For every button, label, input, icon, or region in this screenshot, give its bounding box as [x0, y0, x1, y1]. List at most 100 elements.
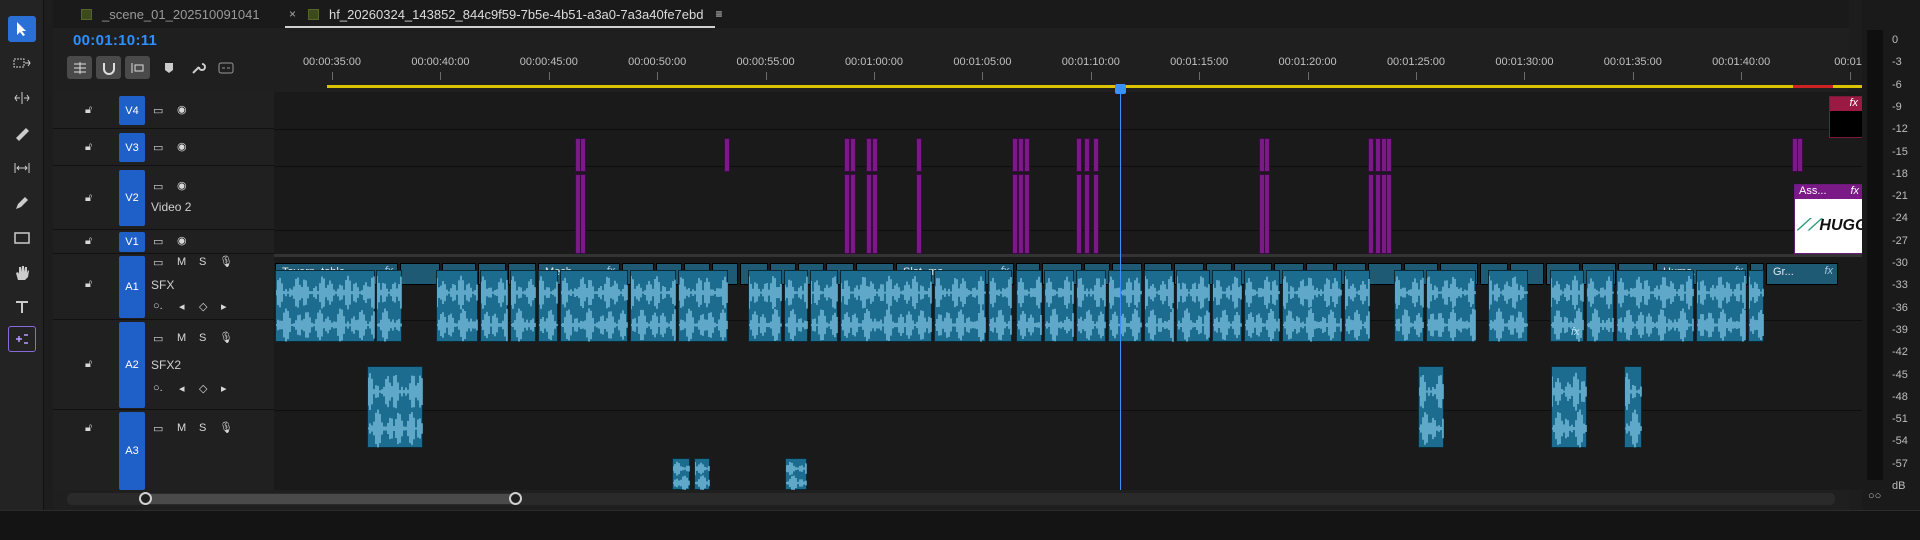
a1-audio-clip[interactable]	[1426, 270, 1476, 342]
eye-icon[interactable]: ◉	[177, 234, 187, 247]
a1-audio-clip[interactable]	[436, 270, 478, 342]
microphone-icon[interactable]: 🎙︎	[219, 421, 233, 434]
v3-purple-clip[interactable]	[1368, 138, 1374, 172]
v2-purple-clip[interactable]	[850, 174, 856, 254]
track-lanes[interactable]: fx Ass... fx ⟋⟋HUGG Tavern_table_...fxMe…	[274, 92, 1872, 490]
solo-meter-buttons[interactable]: ○○	[1868, 490, 1881, 502]
timeline-settings-wrench-icon[interactable]	[185, 56, 210, 79]
v2-title-clip[interactable]: Ass... fx ⟋⟋HUGG	[1794, 184, 1866, 254]
a1-audio-clip[interactable]	[1044, 270, 1074, 342]
sync-lock-icon[interactable]: ▭	[153, 104, 163, 117]
a1-audio-clip[interactable]	[1488, 270, 1528, 342]
sync-lock-icon[interactable]: ▭	[153, 141, 163, 154]
razor-tool-icon[interactable]	[8, 120, 36, 146]
lock-icon[interactable]: 🔓︎	[85, 141, 92, 154]
a1-audio-clip[interactable]	[1244, 270, 1280, 342]
v2-purple-clip[interactable]	[1368, 174, 1374, 254]
work-area-bar[interactable]	[327, 85, 1877, 88]
a2-audio-clip[interactable]	[1418, 366, 1444, 448]
rectangle-tool-icon[interactable]	[8, 225, 36, 251]
a1-audio-clip[interactable]	[988, 270, 1012, 342]
a1-audio-clip[interactable]	[1748, 270, 1764, 342]
snap-button[interactable]	[96, 56, 121, 79]
hand-tool-icon[interactable]	[8, 260, 36, 286]
a1-audio-clip[interactable]	[376, 270, 402, 342]
v3-purple-clip[interactable]	[1076, 138, 1082, 172]
lock-icon[interactable]: 🔓︎	[85, 192, 92, 205]
nest-toggle-button[interactable]	[67, 56, 92, 79]
a1-audio-clip[interactable]	[1144, 270, 1174, 342]
sync-lock-icon[interactable]: ▭	[153, 235, 163, 248]
solo-button[interactable]: S	[199, 256, 206, 268]
tab-menu-icon[interactable]: ≡	[715, 7, 722, 21]
volume-keyframe-icon[interactable]: ○.	[153, 300, 163, 312]
track-name-a1[interactable]: SFX	[151, 278, 174, 292]
mute-button[interactable]: M	[177, 332, 186, 344]
tab-hf-sequence[interactable]: × hf_20260324_143852_844c9f59-7b5e-4b51-…	[289, 0, 723, 28]
a1-audio-clip[interactable]	[1212, 270, 1242, 342]
lock-icon[interactable]: 🔓︎	[85, 104, 92, 117]
a1-audio-clip[interactable]	[1108, 270, 1142, 342]
playhead-handle[interactable]	[1115, 84, 1126, 94]
v4-clip[interactable]: fx	[1829, 96, 1865, 138]
lock-icon[interactable]: 🔓︎	[85, 235, 92, 248]
eye-icon[interactable]: ◉	[177, 179, 187, 192]
a1-audio-clip[interactable]	[560, 270, 628, 342]
generative-extend-tool-icon[interactable]	[8, 326, 36, 352]
zoom-handle-left[interactable]	[139, 492, 152, 505]
linked-selection-button[interactable]	[125, 56, 150, 79]
eye-icon[interactable]: ◉	[177, 103, 187, 116]
v3-purple-clip[interactable]	[1797, 138, 1803, 172]
add-marker-icon[interactable]	[156, 56, 181, 79]
track-target-a2[interactable]: A2	[119, 322, 145, 408]
v3-purple-clip[interactable]	[1264, 138, 1270, 172]
v3-purple-clip[interactable]	[1386, 138, 1392, 172]
v1-clip[interactable]: Gr... fx	[1766, 263, 1838, 285]
a1-audio-clip[interactable]	[934, 270, 986, 342]
v2-purple-clip[interactable]	[1084, 174, 1090, 254]
v2-purple-clip[interactable]	[1076, 174, 1082, 254]
lock-icon[interactable]: 🔓︎	[85, 278, 92, 291]
a2-audio-clip[interactable]	[367, 366, 423, 448]
a3-audio-clip[interactable]	[785, 458, 807, 490]
a1-audio-clip[interactable]	[1344, 270, 1370, 342]
v3-purple-clip[interactable]	[916, 138, 922, 172]
track-select-tool-icon[interactable]	[8, 50, 36, 76]
a1-audio-clip[interactable]	[630, 270, 676, 342]
v3-purple-clip[interactable]	[580, 138, 586, 172]
a3-audio-clip[interactable]	[694, 458, 710, 490]
time-ruler[interactable]: 00:00:35:00 00:00:40:00 00:00:45:00 00:00:5…	[303, 56, 1877, 90]
a2-audio-clip[interactable]	[1551, 366, 1587, 448]
track-target-v4[interactable]: V4	[119, 96, 145, 125]
volume-keyframe-icon[interactable]: ○.	[153, 382, 163, 394]
lock-icon[interactable]: 🔓︎	[85, 422, 92, 435]
a1-audio-clip[interactable]	[1586, 270, 1614, 342]
track-target-v3[interactable]: V3	[119, 133, 145, 162]
v2-purple-clip[interactable]	[1264, 174, 1270, 254]
a1-audio-clip[interactable]	[678, 270, 728, 342]
v2-purple-clip[interactable]	[872, 174, 878, 254]
track-name-a2[interactable]: SFX2	[151, 358, 181, 372]
a1-audio-clip[interactable]	[1016, 270, 1042, 342]
sync-lock-icon[interactable]: ▭	[153, 256, 163, 269]
a1-audio-clip[interactable]	[1394, 270, 1424, 342]
a1-audio-clip[interactable]	[1282, 270, 1342, 342]
solo-button[interactable]: S	[199, 422, 206, 434]
slip-tool-icon[interactable]	[8, 155, 36, 181]
selection-tool-icon[interactable]	[8, 16, 36, 42]
a1-audio-clip[interactable]	[784, 270, 808, 342]
a1-audio-clip[interactable]	[275, 270, 375, 342]
sync-lock-icon[interactable]: ▭	[153, 180, 163, 193]
mute-button[interactable]: M	[177, 422, 186, 434]
v2-purple-clip[interactable]	[580, 174, 586, 254]
playhead-line[interactable]	[1120, 92, 1121, 490]
track-target-a1[interactable]: A1	[119, 256, 145, 318]
v2-purple-clip[interactable]	[1093, 174, 1099, 254]
v2-purple-clip[interactable]	[1386, 174, 1392, 254]
v3-purple-clip[interactable]	[724, 138, 730, 172]
track-name-v2[interactable]: Video 2	[151, 200, 191, 214]
ripple-edit-tool-icon[interactable]	[8, 85, 36, 111]
v3-purple-clip[interactable]	[1024, 138, 1030, 172]
a1-audio-clip[interactable]	[748, 270, 782, 342]
a1-audio-clip[interactable]	[840, 270, 932, 342]
